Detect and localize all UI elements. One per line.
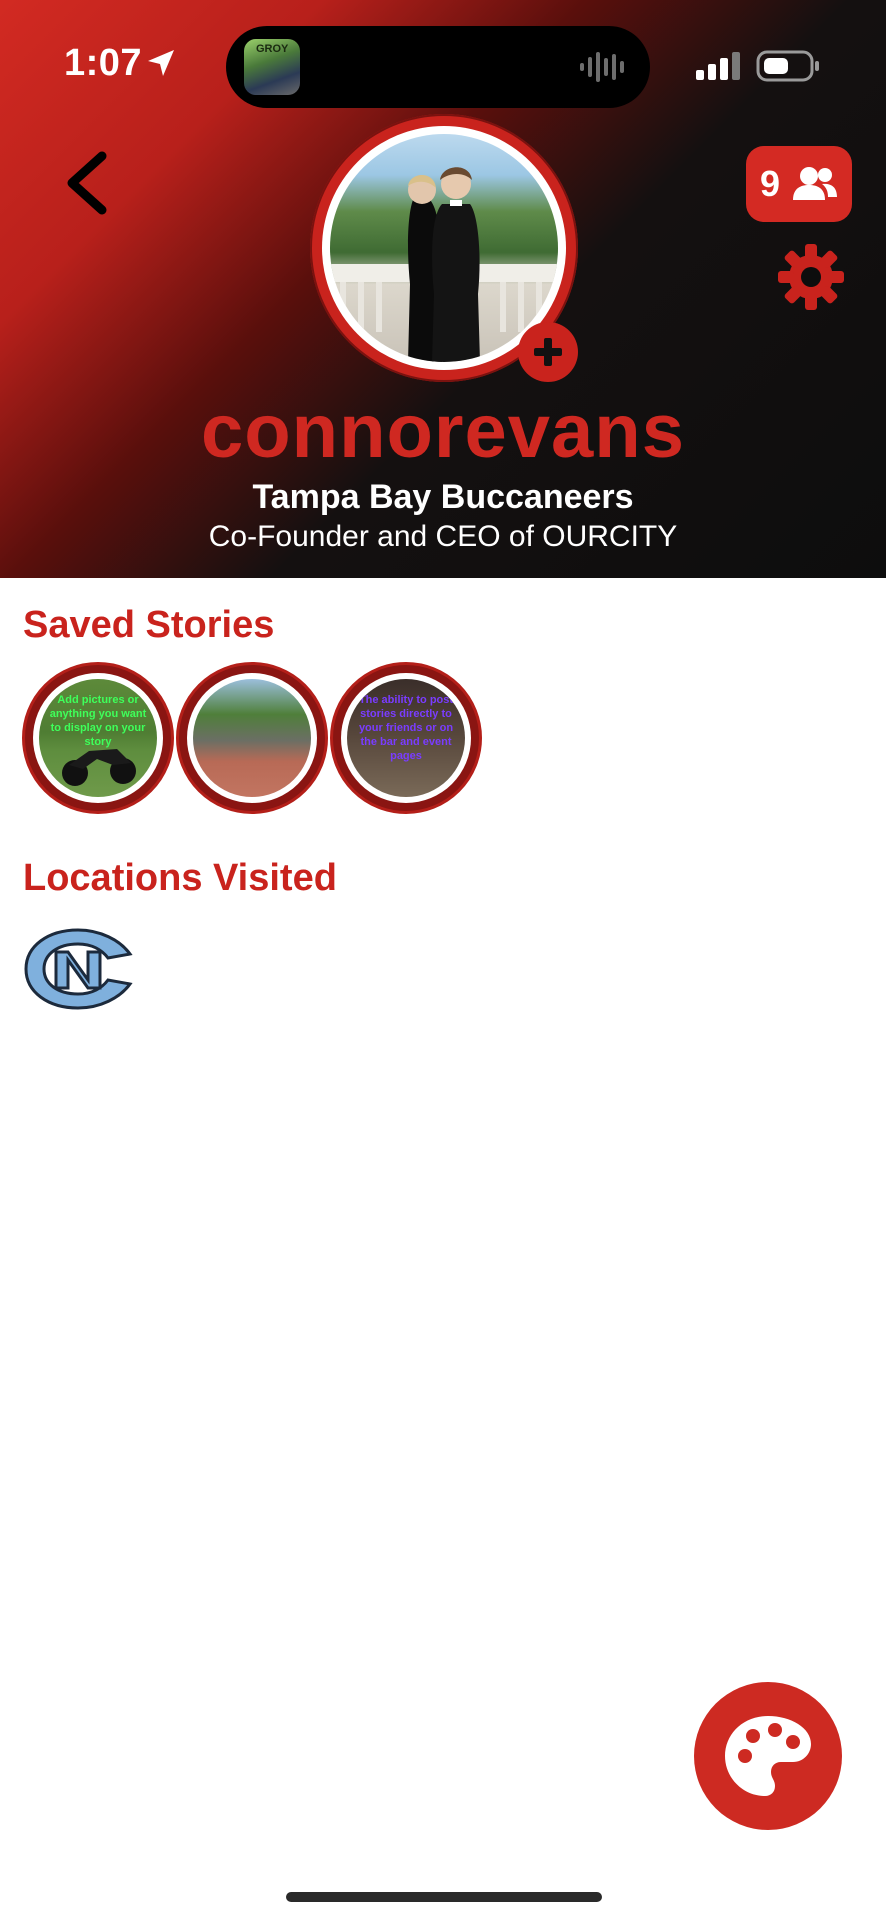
story-thumbnail: Add pictures or anything you want to dis… [39,679,157,797]
saved-stories-title: Saved Stories [23,604,275,646]
palette-icon [725,1716,811,1796]
cellular-signal-icon [696,52,740,80]
now-playing-art-text: GROY [256,43,289,55]
battery-icon [756,50,819,82]
settings-gear-button[interactable] [776,242,846,312]
avatar-photo-illustration [330,167,558,362]
unc-logo-icon[interactable] [22,926,134,1012]
profile-username: connorevans [200,389,686,474]
audio-waveform-icon [580,52,624,82]
location-arrow-icon [148,50,174,76]
chevron-left-icon [67,151,107,215]
back-button[interactable] [60,150,120,216]
status-time: 1:07 [64,42,143,84]
now-playing-artwork: GROY [244,39,300,95]
saved-story-1[interactable]: Add pictures or anything you want to dis… [22,662,174,814]
story-thumbnail: The ability to post stories directly to … [347,679,465,797]
avatar-photo [330,134,558,362]
story-caption: The ability to post stories directly to … [358,694,454,762]
profile-bio: Co-Founder and CEO of OURCITY [208,520,678,553]
people-icon [793,167,838,200]
profile-team: Tampa Bay Buccaneers [252,478,634,516]
status-bar: 1:07 GROY [0,0,886,130]
profile-header: 1:07 GROY 9 connorevans Tampa Bay Buccan… [0,0,886,578]
theme-palette-button[interactable] [694,1682,842,1830]
dynamic-island: GROY [226,26,650,108]
story-thumbnail [193,679,311,797]
friends-count: 9 [759,163,781,204]
story-caption: Add pictures or anything you want to dis… [49,694,147,748]
saved-story-2[interactable] [176,662,328,814]
add-photo-button[interactable] [518,322,578,382]
plus-icon [534,338,562,366]
friends-button[interactable]: 9 [746,146,852,222]
home-indicator[interactable] [286,1892,602,1902]
locations-visited-title: Locations Visited [23,857,337,899]
saved-story-3[interactable]: The ability to post stories directly to … [330,662,482,814]
